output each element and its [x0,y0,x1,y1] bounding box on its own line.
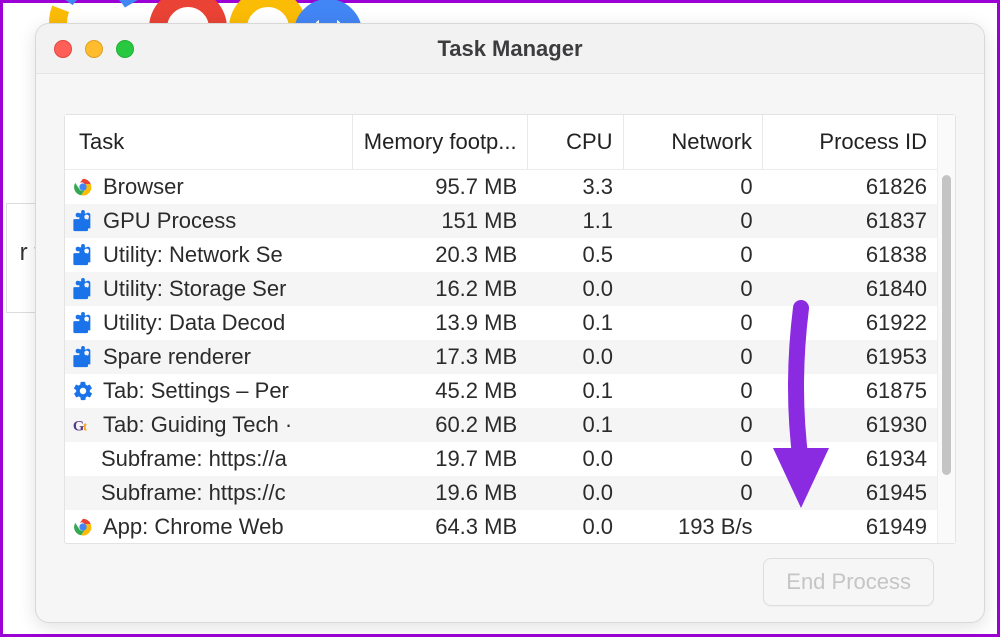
close-button[interactable] [54,40,72,58]
cell-memory: 45.2 MB [353,374,527,408]
table-row[interactable]: G t Tab: Guiding Tech · 60.2 MB0.1061930 [65,408,937,442]
cell-memory: 16.2 MB [353,272,527,306]
cell-memory: 95.7 MB [353,170,527,205]
window-title: Task Manager [437,36,582,62]
cell-memory: 19.7 MB [353,442,527,476]
table-row[interactable]: GPU Process 151 MB1.1061837 [65,204,937,238]
cell-pid: 61875 [763,374,937,408]
cell-pid: 61945 [763,476,937,510]
cell-cpu: 0.0 [527,272,623,306]
table-row[interactable]: Subframe: https://a 19.7 MB0.0061934 [65,442,937,476]
cell-cpu: 0.0 [527,340,623,374]
task-name: Utility: Network Se [103,242,283,268]
task-name: App: Chrome Web [103,514,284,540]
window-titlebar[interactable]: Task Manager [36,24,984,74]
column-header-network[interactable]: Network [623,115,763,170]
end-process-button[interactable]: End Process [763,558,934,606]
cell-cpu: 0.1 [527,408,623,442]
cell-network: 0 [623,306,763,340]
cell-cpu: 3.3 [527,170,623,205]
gear-icon [71,379,95,403]
column-header-cpu[interactable]: CPU [527,115,623,170]
table-row[interactable]: Browser 95.7 MB3.3061826 [65,170,937,205]
chrome-icon [71,175,95,199]
cell-network: 0 [623,170,763,205]
table-header-row: Task Memory footp... CPU Network Process… [65,115,937,170]
cell-cpu: 0.1 [527,306,623,340]
cell-memory: 13.9 MB [353,306,527,340]
task-name: Tab: Settings – Per [103,378,289,404]
task-name: Subframe: https://a [101,446,287,472]
column-header-memory[interactable]: Memory footp... [353,115,527,170]
table-row[interactable]: Tab: Settings – Per 45.2 MB0.1061875 [65,374,937,408]
cell-cpu: 0.0 [527,442,623,476]
cell-pid: 61826 [763,170,937,205]
cell-pid: 61922 [763,306,937,340]
puzzle-icon [71,345,95,369]
task-name: Utility: Data Decod [103,310,285,336]
table-row[interactable]: Spare renderer 17.3 MB0.0061953 [65,340,937,374]
task-name: Utility: Storage Ser [103,276,286,302]
task-name: Spare renderer [103,344,251,370]
cell-memory: 151 MB [353,204,527,238]
task-name: Tab: Guiding Tech · [103,412,292,438]
task-manager-window: Task Manager Task Memory footp... CPU Ne… [35,23,985,623]
table-row[interactable]: Utility: Data Decod 13.9 MB0.1061922 [65,306,937,340]
svg-text:t: t [83,420,88,434]
cell-pid: 61934 [763,442,937,476]
cell-memory: 60.2 MB [353,408,527,442]
cell-network: 0 [623,204,763,238]
cell-network: 0 [623,408,763,442]
task-name: Subframe: https://c [101,480,286,506]
cell-cpu: 1.1 [527,204,623,238]
puzzle-icon [71,209,95,233]
cell-pid: 61930 [763,408,937,442]
process-table: Task Memory footp... CPU Network Process… [65,115,937,543]
cell-network: 0 [623,340,763,374]
cell-pid: 61840 [763,272,937,306]
cell-network: 0 [623,374,763,408]
cell-cpu: 0.1 [527,374,623,408]
table-row[interactable]: Utility: Storage Ser 16.2 MB0.0061840 [65,272,937,306]
scrollbar-thumb[interactable] [942,175,951,475]
cell-cpu: 0.0 [527,476,623,510]
table-row[interactable]: Utility: Network Se 20.3 MB0.5061838 [65,238,937,272]
process-table-container: Task Memory footp... CPU Network Process… [64,114,956,544]
cell-memory: 20.3 MB [353,238,527,272]
cell-network: 0 [623,272,763,306]
cell-memory: 17.3 MB [353,340,527,374]
maximize-button[interactable] [116,40,134,58]
traffic-lights [54,40,134,58]
minimize-button[interactable] [85,40,103,58]
table-row[interactable]: Subframe: https://c 19.6 MB0.0061945 [65,476,937,510]
puzzle-icon [71,243,95,267]
column-header-task[interactable]: Task [65,115,353,170]
cell-memory: 19.6 MB [353,476,527,510]
cell-cpu: 0.5 [527,238,623,272]
cell-network: 0 [623,442,763,476]
cell-pid: 61837 [763,204,937,238]
table-row[interactable]: App: Chrome Web 64.3 MB0.0193 B/s61949 [65,510,937,543]
puzzle-icon [71,277,95,301]
cell-network: 0 [623,238,763,272]
cell-pid: 61838 [763,238,937,272]
task-name: GPU Process [103,208,236,234]
scrollbar-track[interactable] [937,115,955,543]
cell-pid: 61949 [763,510,937,543]
column-header-pid[interactable]: Process ID [763,115,937,170]
gt-icon: G t [71,413,95,437]
chrome-partial-icon [71,515,95,539]
task-name: Browser [103,174,184,200]
cell-network: 193 B/s [623,510,763,543]
cell-network: 0 [623,476,763,510]
cell-memory: 64.3 MB [353,510,527,543]
cell-pid: 61953 [763,340,937,374]
puzzle-icon [71,311,95,335]
cell-cpu: 0.0 [527,510,623,543]
